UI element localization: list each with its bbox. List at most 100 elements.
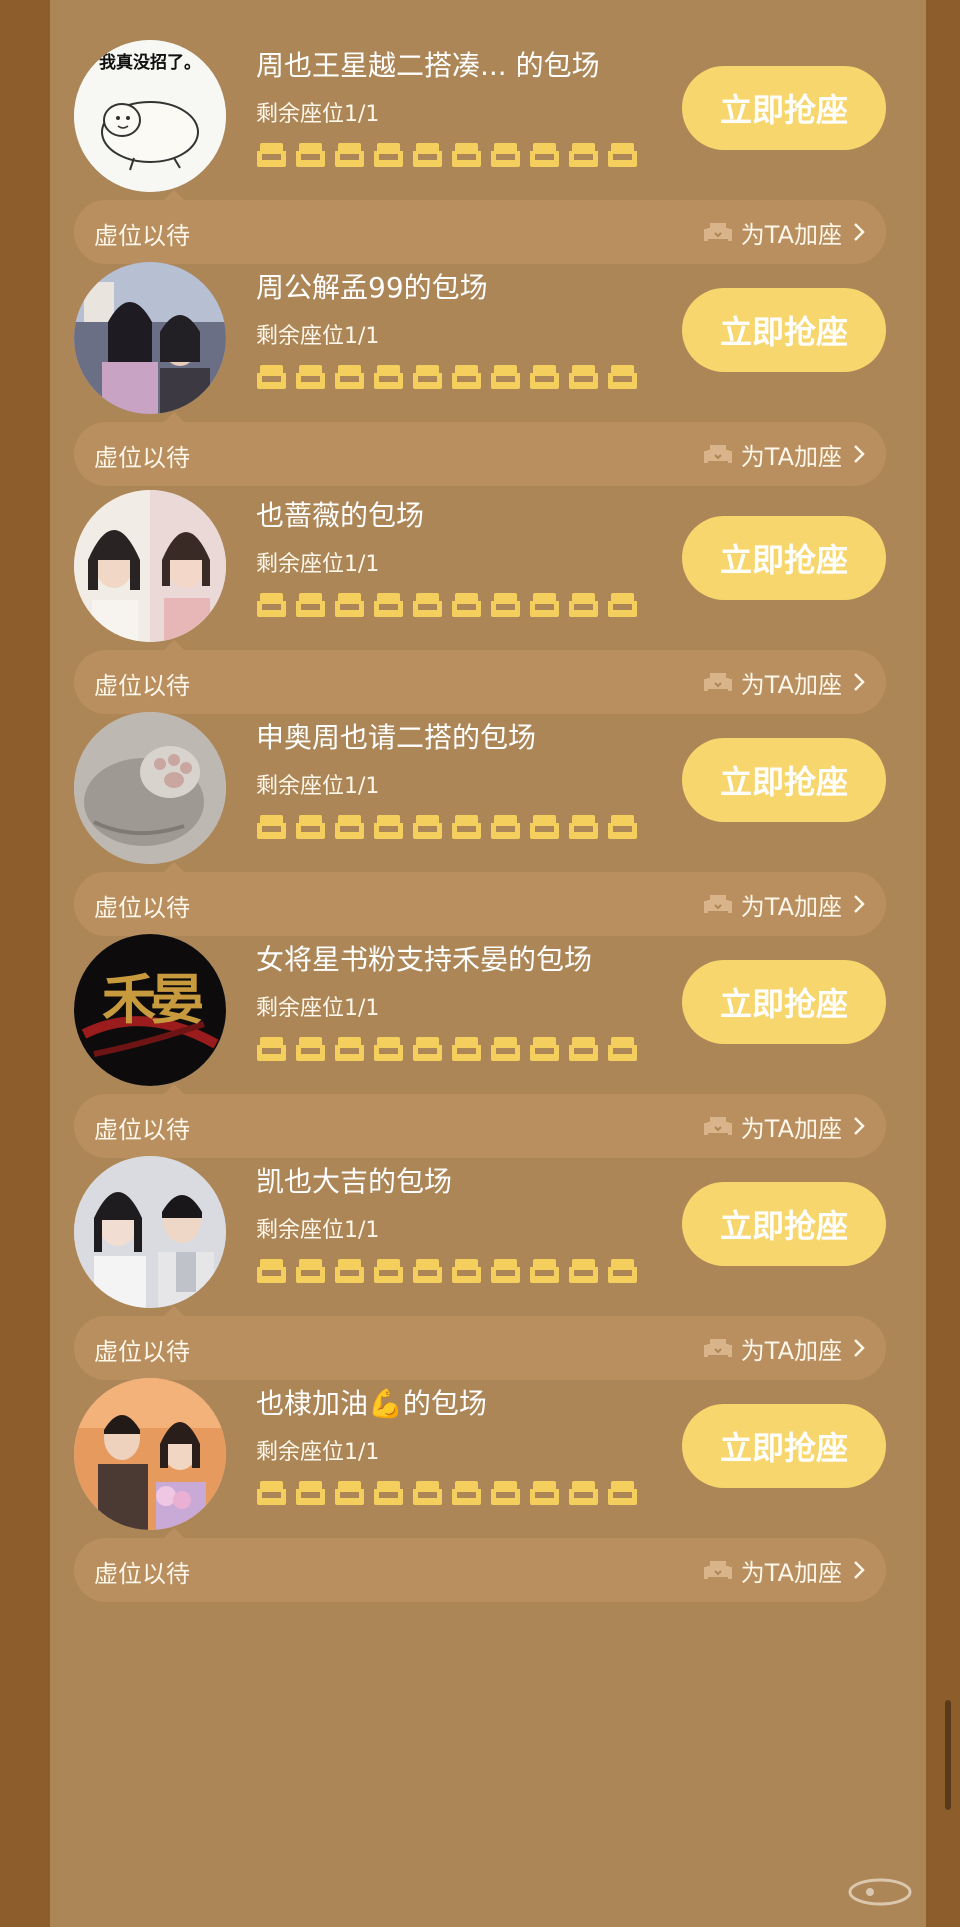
- seat-icon: [257, 815, 286, 839]
- remaining-seats: 剩余座位1/1: [256, 996, 380, 1021]
- seat-icon: [374, 365, 403, 389]
- seat-icon: [530, 593, 559, 617]
- avatar[interactable]: 我真没招了。: [74, 40, 226, 192]
- seat-icon: [608, 1037, 637, 1061]
- waiting-text: 虚位以待: [94, 1560, 190, 1588]
- seat-icon: [257, 1037, 286, 1061]
- grab-seat-button[interactable]: 立即抢座: [682, 66, 886, 150]
- seat-icon: [569, 815, 598, 839]
- seat-icon: [335, 365, 364, 389]
- seat-icon: [335, 143, 364, 167]
- watermark-logo: [848, 1878, 912, 1906]
- chevron-right-icon: [854, 1561, 865, 1579]
- seat-icon: [452, 1259, 481, 1283]
- add-seat-link[interactable]: 为TA加座: [703, 1552, 866, 1588]
- seat-icon: [491, 815, 520, 839]
- seat-icon: [374, 1259, 403, 1283]
- session-title: 周也王星越二搭凑... 的包场: [256, 49, 600, 82]
- avatar-caption: 我真没招了。: [99, 52, 201, 73]
- avatar[interactable]: 禾晏: [74, 934, 226, 1086]
- seat-icon: [257, 1481, 286, 1505]
- add-seat-label: 为TA加座: [740, 1558, 842, 1587]
- seat-icon: [413, 143, 442, 167]
- seat-icon: [608, 143, 637, 167]
- avatar[interactable]: [74, 712, 226, 864]
- seat-icon: [413, 1259, 442, 1283]
- avatar[interactable]: [74, 262, 226, 414]
- seat-icon: [374, 593, 403, 617]
- session-title: 也棣加油💪的包场: [256, 1387, 487, 1420]
- seat-icon: [530, 1259, 559, 1283]
- seat-icon: [491, 593, 520, 617]
- seat-icon: [452, 143, 481, 167]
- seat-icon: [296, 1259, 325, 1283]
- seat-icon: [335, 1037, 364, 1061]
- seat-row: [256, 1256, 638, 1288]
- session-list-panel: 我真没招了。 周也王星越二搭凑... 的包场 剩余座位1/1 立即抢座 虚位以待…: [50, 0, 926, 1927]
- grab-seat-button[interactable]: 立即抢座: [682, 1182, 886, 1266]
- logo-text: 禾晏: [102, 967, 202, 1031]
- session-title: 也蔷薇的包场: [256, 499, 425, 532]
- session-title: 凯也大吉的包场: [256, 1165, 453, 1198]
- remaining-seats: 剩余座位1/1: [256, 552, 380, 577]
- seat-icon: [530, 815, 559, 839]
- seat-icon: [257, 1259, 286, 1283]
- seat-icon: [413, 593, 442, 617]
- cat-paw-photo: [74, 712, 226, 864]
- seat-icon: [335, 1481, 364, 1505]
- seat-icon: [569, 143, 598, 167]
- seat-row: [256, 1478, 638, 1510]
- seat-icon: [374, 1037, 403, 1061]
- seat-row: [256, 1034, 638, 1066]
- session-card: 也棣加油💪的包场 剩余座位1/1 立即抢座 虚位以待 为TA加座: [50, 1338, 926, 1610]
- grab-seat-button[interactable]: 立即抢座: [682, 738, 886, 822]
- grab-seat-button[interactable]: 立即抢座: [682, 960, 886, 1044]
- remaining-seats: 剩余座位1/1: [256, 1218, 380, 1243]
- seat-icon: [413, 365, 442, 389]
- seat-icon: [569, 1037, 598, 1061]
- seat-icon: [569, 365, 598, 389]
- seat-icon: [569, 1481, 598, 1505]
- seat-icon: [296, 815, 325, 839]
- remaining-seats: 剩余座位1/1: [256, 1440, 380, 1465]
- seat-icon: [296, 1037, 325, 1061]
- avatar-photo: [74, 1156, 226, 1308]
- seat-icon: [296, 365, 325, 389]
- seat-icon: [335, 593, 364, 617]
- grab-seat-button[interactable]: 立即抢座: [682, 516, 886, 600]
- seat-icon: [530, 1481, 559, 1505]
- seat-row: [256, 140, 638, 172]
- seat-icon: [530, 143, 559, 167]
- bar-pointer: [164, 1084, 184, 1094]
- seat-icon: [452, 1037, 481, 1061]
- seat-icon: [452, 1481, 481, 1505]
- avatar[interactable]: [74, 1378, 226, 1530]
- avatar[interactable]: [74, 1156, 226, 1308]
- seat-icon: [608, 1481, 637, 1505]
- seat-icon: [335, 815, 364, 839]
- bar-pointer: [164, 190, 184, 200]
- seat-icon: [452, 365, 481, 389]
- seat-icon: [530, 365, 559, 389]
- seat-icon: [452, 815, 481, 839]
- grab-seat-button[interactable]: 立即抢座: [682, 1404, 886, 1488]
- seat-icon: [413, 815, 442, 839]
- seat-icon: [257, 143, 286, 167]
- grab-seat-button[interactable]: 立即抢座: [682, 288, 886, 372]
- seat-icon: [569, 1259, 598, 1283]
- seat-icon: [608, 593, 637, 617]
- avatar[interactable]: [74, 490, 226, 642]
- avatar-photo: [74, 490, 226, 642]
- scrollbar[interactable]: [945, 1700, 951, 1810]
- remaining-seats: 剩余座位1/1: [256, 102, 380, 127]
- avatar-photo: [74, 1378, 226, 1530]
- bar-pointer: [164, 412, 184, 422]
- seat-icon: [296, 593, 325, 617]
- seat-icon: [257, 365, 286, 389]
- seat-icon: [413, 1037, 442, 1061]
- seat-icon: [335, 1259, 364, 1283]
- session-title: 女将星书粉支持禾晏的包场: [256, 943, 593, 976]
- avatar-photo: [74, 262, 226, 414]
- seat-icon: [374, 815, 403, 839]
- seat-row: [256, 590, 638, 622]
